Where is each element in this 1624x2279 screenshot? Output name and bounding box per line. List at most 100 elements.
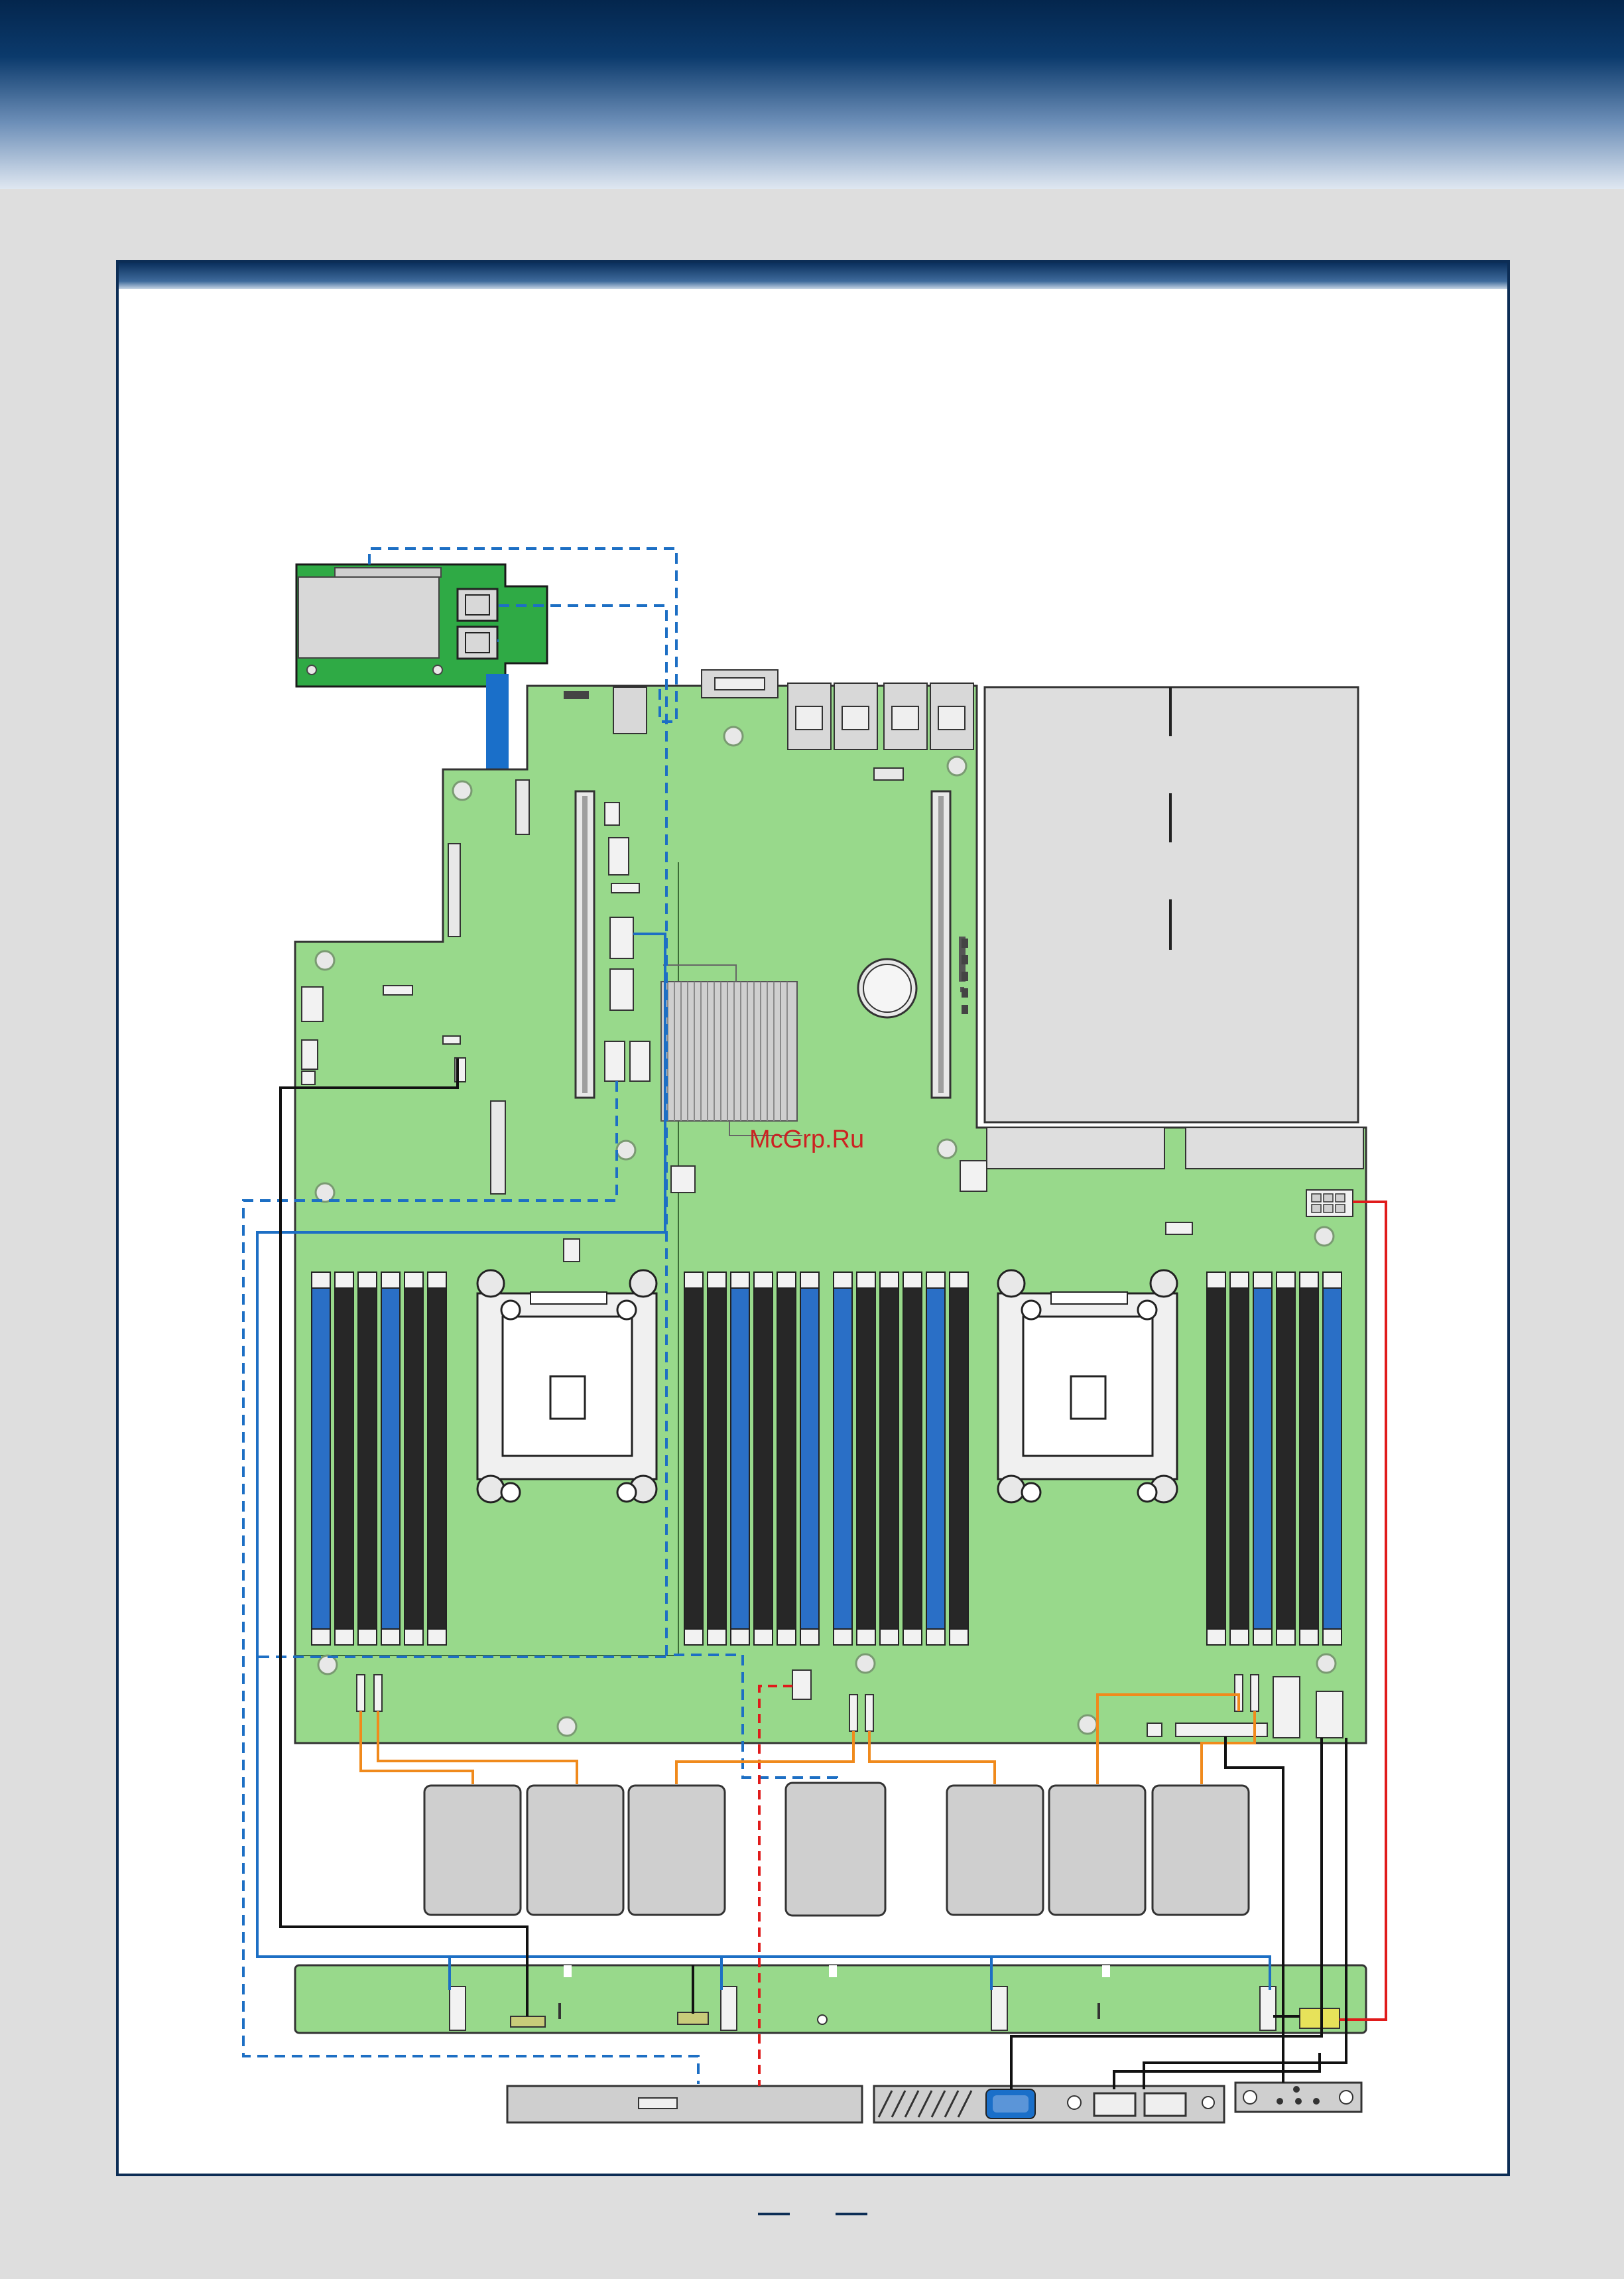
- footer-mark-left: [758, 2213, 790, 2215]
- dimm-latch: [684, 1628, 704, 1646]
- dimm-slot: [800, 1271, 820, 1646]
- dimm-slot: [1322, 1271, 1342, 1646]
- dimm-slot: [1253, 1271, 1273, 1646]
- dimm-latch: [1299, 1628, 1319, 1646]
- dimm-slot: [730, 1271, 750, 1646]
- watermark: McGrp.Ru: [749, 1126, 864, 1153]
- system-fans: [423, 1782, 1250, 1917]
- dimm-latch: [949, 1628, 969, 1646]
- dimm-latch: [707, 1271, 727, 1289]
- usb-front-2: [1143, 2092, 1187, 2117]
- optical-drive: [506, 2085, 863, 2124]
- fan-module: [1048, 1784, 1147, 1916]
- dimm-slot: [1229, 1271, 1249, 1646]
- dimm-latch: [1276, 1628, 1296, 1646]
- fan-module: [423, 1784, 522, 1916]
- psu-bay: [983, 686, 1364, 1169]
- dimm-slot: [707, 1271, 727, 1646]
- dimm-slot: [1276, 1271, 1296, 1646]
- dimm-latch: [427, 1628, 447, 1646]
- dimm-latch: [753, 1271, 773, 1289]
- dimm-latch: [833, 1628, 853, 1646]
- hdd-backplane: [294, 1964, 1367, 2034]
- usb-rear: [613, 686, 647, 734]
- dimm-latch: [707, 1628, 727, 1646]
- cable-routing-diagram: McGrp.Ru: [242, 547, 1387, 2124]
- dimm-latch: [1206, 1628, 1226, 1646]
- dimm-slot: [334, 1271, 354, 1646]
- dimm-latch: [730, 1271, 750, 1289]
- dimm-latch: [879, 1628, 899, 1646]
- dimm-slot: [926, 1271, 946, 1646]
- cpu-socket-2: [997, 1269, 1178, 1504]
- dimm-latch: [856, 1628, 876, 1646]
- dimm-slot: [903, 1271, 922, 1646]
- raid-card-heatsink: [298, 576, 440, 659]
- dimm-slot: [856, 1271, 876, 1646]
- dimm-latch: [334, 1628, 354, 1646]
- dimm-latch: [1322, 1628, 1342, 1646]
- dimm-latch: [777, 1271, 796, 1289]
- dimm-latch: [926, 1628, 946, 1646]
- dimm-latch: [684, 1271, 704, 1289]
- dimm-slot: [1206, 1271, 1226, 1646]
- dimm-latch: [833, 1271, 853, 1289]
- dimm-slot: [879, 1271, 899, 1646]
- dimm-latch: [777, 1628, 796, 1646]
- dimm-latch: [334, 1271, 354, 1289]
- cpu-socket-1: [476, 1269, 658, 1504]
- raid-card: [295, 563, 548, 688]
- dimm-latch: [1299, 1271, 1319, 1289]
- mezzanine-connector-bottom: [490, 1100, 506, 1195]
- dimm-latch: [800, 1628, 820, 1646]
- dimm-latch: [404, 1628, 424, 1646]
- raid-sas-connector-2: [456, 625, 499, 660]
- dimm-latch: [357, 1628, 377, 1646]
- dimm-latch: [800, 1271, 820, 1289]
- page: McGrp.Ru: [0, 0, 1624, 2279]
- raid-sas-connector-1: [456, 588, 499, 622]
- dimm-slot: [833, 1271, 853, 1646]
- dimm-latch: [926, 1271, 946, 1289]
- dimm-slot: [357, 1271, 377, 1646]
- dimm-slot: [404, 1271, 424, 1646]
- dimm-slot: [381, 1271, 401, 1646]
- dimm-latch: [1229, 1628, 1249, 1646]
- dimm-latch: [1229, 1271, 1249, 1289]
- dimm-latch: [856, 1271, 876, 1289]
- fan-module: [946, 1784, 1044, 1916]
- mezzanine-connector-top: [515, 779, 530, 835]
- dimm-latch: [1322, 1271, 1342, 1289]
- dimm-latch: [903, 1628, 922, 1646]
- fan-module: [526, 1784, 625, 1916]
- dimm-slot: [753, 1271, 773, 1646]
- dimm-slot: [427, 1271, 447, 1646]
- dimm-latch: [404, 1271, 424, 1289]
- fan-module: [1151, 1784, 1250, 1916]
- dimm-latch: [357, 1271, 377, 1289]
- dimm-slot: [311, 1271, 331, 1646]
- dimm-latch: [427, 1271, 447, 1289]
- dimm-latch: [311, 1271, 331, 1289]
- dimm-slot: [684, 1271, 704, 1646]
- dimm-slot: [777, 1271, 796, 1646]
- dimm-latch: [311, 1628, 331, 1646]
- dimm-latch: [903, 1271, 922, 1289]
- chipset-heatsink: [660, 964, 802, 1136]
- dimm-slot: [949, 1271, 969, 1646]
- dimm-slot: [1299, 1271, 1319, 1646]
- footer-mark-right: [836, 2213, 867, 2215]
- dimm-latch: [1206, 1271, 1226, 1289]
- dimm-latch: [730, 1628, 750, 1646]
- fan-module: [784, 1782, 887, 1917]
- dimm-latch: [381, 1628, 401, 1646]
- control-panel: [1234, 2081, 1363, 2113]
- dimm-latch: [381, 1271, 401, 1289]
- dimm-latch: [1276, 1271, 1296, 1289]
- usb-front-1: [1093, 2092, 1137, 2117]
- raid-card-chip: [334, 567, 442, 578]
- dimm-latch: [753, 1628, 773, 1646]
- dimm-latch: [1253, 1271, 1273, 1289]
- dimm-latch: [879, 1271, 899, 1289]
- dimm-latch: [1253, 1628, 1273, 1646]
